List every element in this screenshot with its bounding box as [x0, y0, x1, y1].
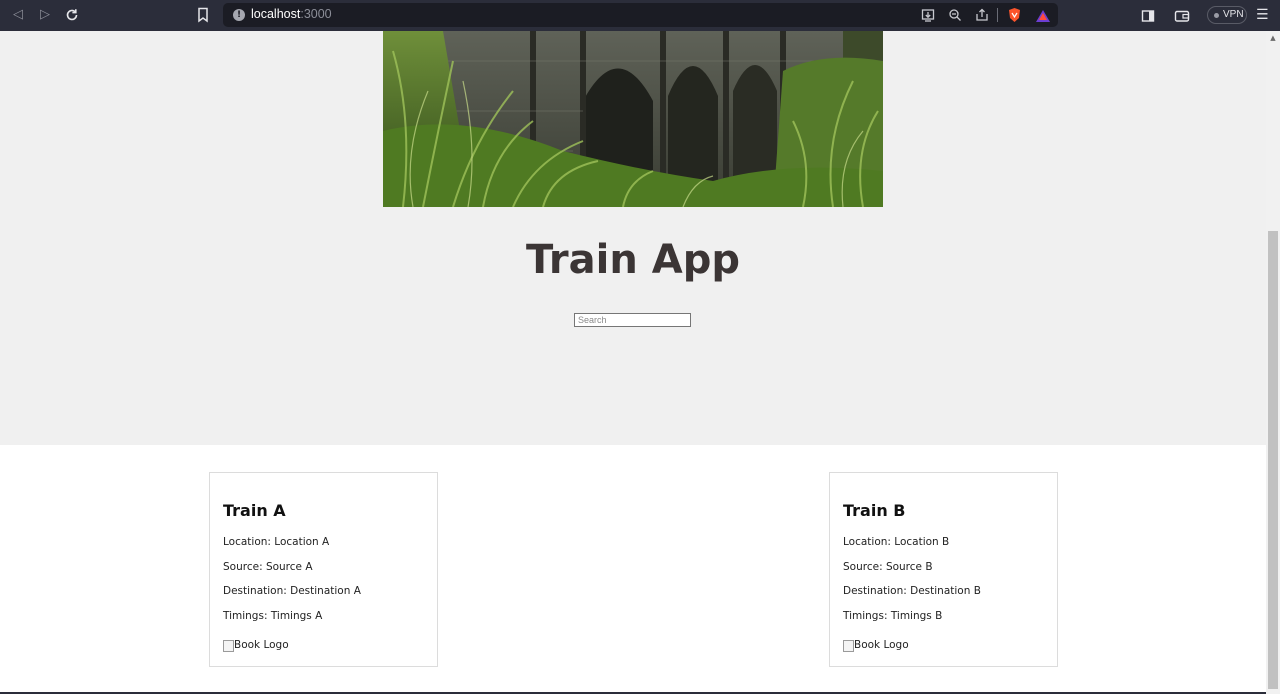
back-icon[interactable]: ◁: [8, 6, 28, 24]
address-bar[interactable]: ! localhost:3000: [223, 3, 1058, 27]
sidebar-icon[interactable]: [1141, 8, 1157, 22]
share-icon[interactable]: [975, 8, 989, 22]
train-card-b: Train B Location: Location B Source: Sou…: [829, 472, 1058, 667]
vertical-scrollbar[interactable]: ▲: [1266, 31, 1280, 694]
url-text[interactable]: localhost:3000: [251, 7, 332, 21]
train-destination: Destination: Destination A: [223, 585, 361, 597]
page-title: Train App: [526, 237, 740, 283]
book-logo-image[interactable]: Book Logo: [223, 639, 289, 652]
train-timings: Timings: Timings B: [843, 610, 943, 622]
reload-icon[interactable]: [62, 6, 82, 24]
wallet-icon[interactable]: [1174, 8, 1190, 22]
toolbar-separator: [997, 8, 998, 22]
search-input[interactable]: [574, 313, 691, 327]
brave-rewards-icon[interactable]: [1035, 8, 1051, 22]
brave-shields-icon[interactable]: [1007, 7, 1022, 23]
browser-toolbar: ◁ ▷ ! localhost:3000 VPN ☰: [0, 0, 1280, 31]
vpn-button[interactable]: VPN: [1207, 6, 1247, 24]
hero-image: [383, 31, 883, 207]
train-name: Train B: [843, 501, 906, 520]
train-location: Location: Location B: [843, 536, 950, 548]
train-timings: Timings: Timings A: [223, 610, 323, 622]
train-source: Source: Source A: [223, 561, 313, 573]
scrollbar-thumb[interactable]: [1268, 231, 1278, 689]
train-card-a: Train A Location: Location A Source: Sou…: [209, 472, 438, 667]
page-viewport: Train App Train A Location: Location A S…: [0, 31, 1266, 694]
install-icon[interactable]: [921, 8, 935, 22]
hero-section: Train App: [0, 31, 1266, 445]
train-source: Source: Source B: [843, 561, 933, 573]
train-name: Train A: [223, 501, 286, 520]
forward-icon[interactable]: ▷: [35, 6, 55, 24]
train-location: Location: Location A: [223, 536, 330, 548]
site-info-icon[interactable]: !: [233, 9, 245, 21]
zoom-icon[interactable]: [948, 8, 962, 22]
bookmark-icon[interactable]: [196, 7, 210, 23]
menu-icon[interactable]: ☰: [1256, 8, 1269, 22]
book-logo-image[interactable]: Book Logo: [843, 639, 909, 652]
scroll-up-arrow-icon[interactable]: ▲: [1269, 34, 1277, 42]
train-destination: Destination: Destination B: [843, 585, 981, 597]
